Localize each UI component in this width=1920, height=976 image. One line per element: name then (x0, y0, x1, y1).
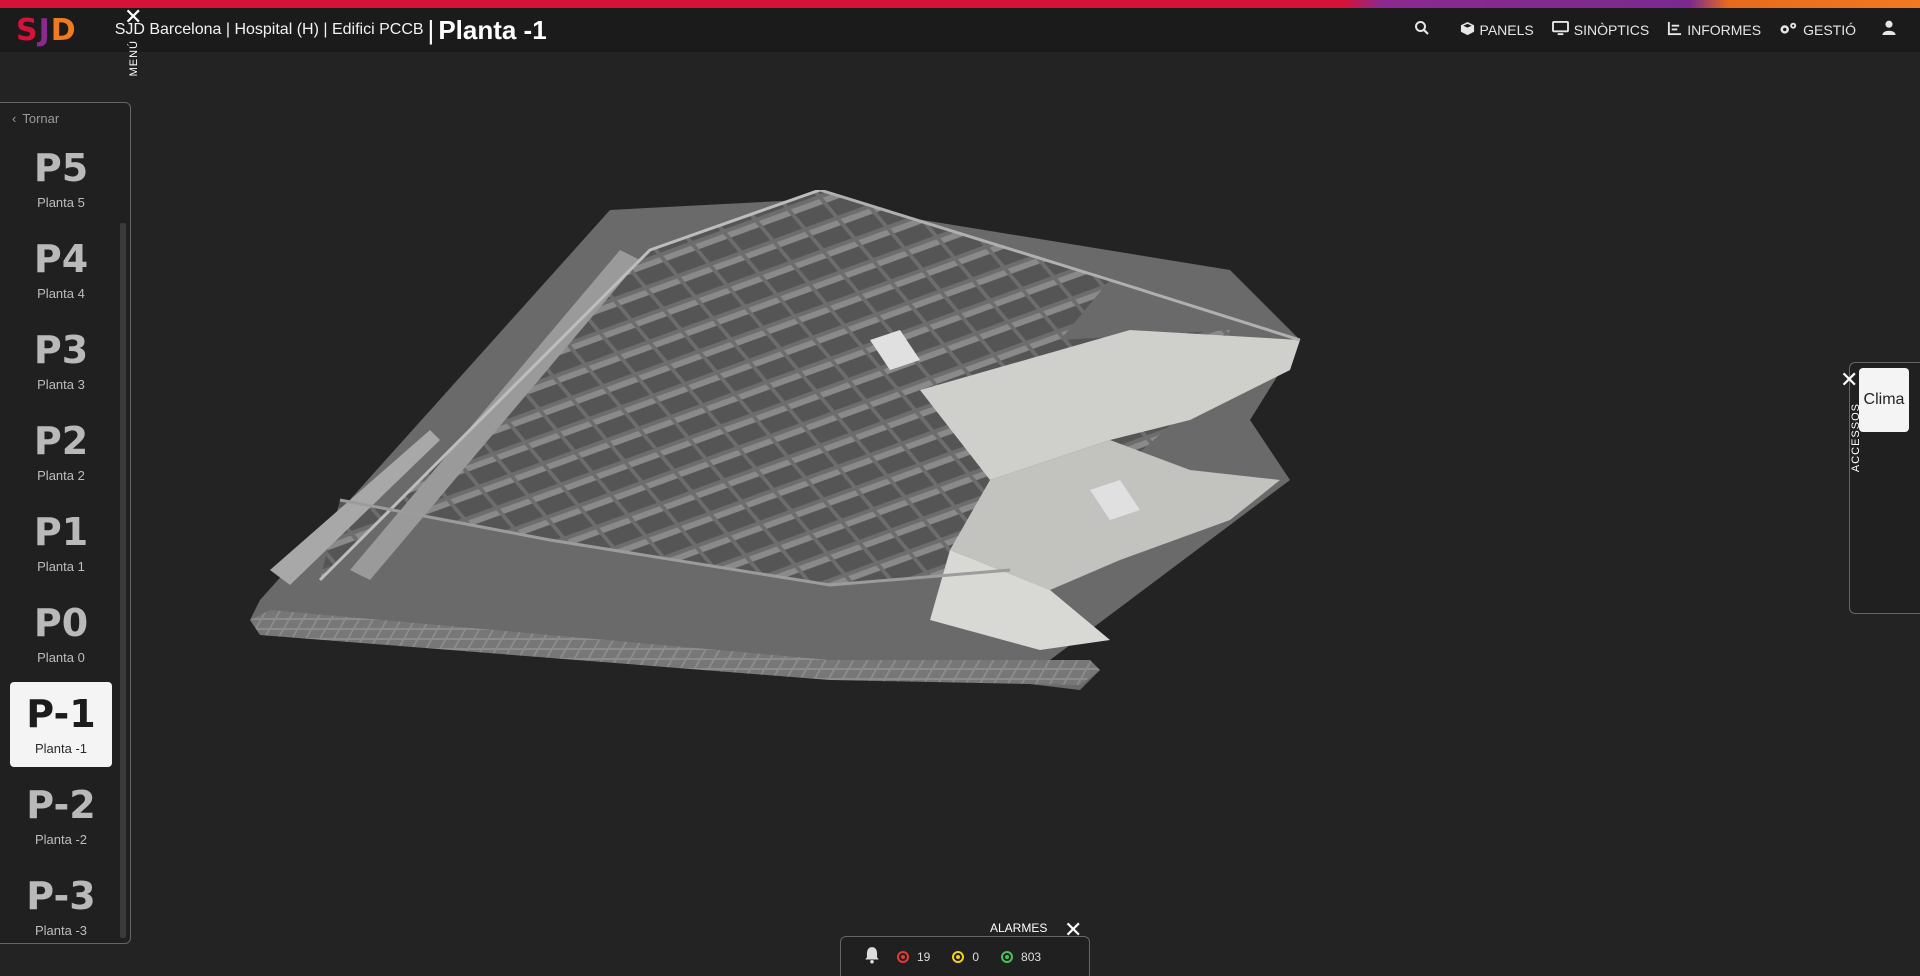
nav-gestio-label: GESTIÓ (1803, 22, 1856, 38)
floor-item-p1[interactable]: P1 Planta 1 (10, 500, 112, 585)
floor-code: P0 (33, 601, 89, 645)
breadcrumb[interactable]: SJD Barcelona | Hospital (H) | Edifici P… (115, 21, 424, 39)
alarm-green-icon[interactable] (1001, 950, 1014, 963)
floor-name: Planta 3 (37, 377, 85, 392)
floor-list: P5 Planta 5 P4 Planta 4 P3 Planta 3 P2 Plant… (10, 136, 112, 955)
menu-label[interactable]: MENÚ (128, 40, 140, 76)
floor-item-p-2[interactable]: P-2 Planta -2 (10, 773, 112, 858)
page-title: Planta -1 (438, 14, 547, 45)
floor-code: P2 (33, 419, 89, 463)
floor-name: Planta -3 (34, 923, 88, 938)
floor-item-p-3[interactable]: P-3 Planta -3 (10, 864, 112, 949)
brand-stripe (0, 0, 1920, 8)
floor-code: P-1 (26, 692, 96, 736)
back-link[interactable]: ‹ Tornar (12, 111, 59, 126)
alarm-red-count: 19 (917, 949, 931, 964)
nav-sinoptics-label: SINÒPTICS (1573, 22, 1650, 38)
floor-menu-panel: ‹ Tornar P5 Planta 5 P4 Planta 4 P3 Planta … (0, 102, 131, 944)
floor-name: Planta 0 (37, 650, 85, 665)
top-header: SJD SJD Barcelona | Hospital (H) | Edifi… (0, 8, 1920, 52)
floor-name: Planta -2 (34, 832, 88, 847)
floor-item-p5[interactable]: P5 Planta 5 (10, 136, 112, 221)
floor-name: Planta -1 (34, 741, 88, 756)
floor-name: Planta 4 (37, 286, 85, 301)
cube-icon (1460, 21, 1475, 39)
nav-informes-label: INFORMES (1687, 22, 1762, 38)
floor-code: P4 (33, 237, 89, 281)
floor-item-p2[interactable]: P2 Planta 2 (10, 409, 112, 494)
back-label: Tornar (22, 111, 60, 126)
gears-icon (1779, 21, 1798, 39)
alarm-red-icon[interactable] (897, 950, 909, 963)
chevron-left-icon: ‹ (12, 111, 17, 126)
alarms-title[interactable]: ALARMES (990, 921, 1047, 935)
monitor-icon (1551, 21, 1569, 39)
main-nav: PANELS SINÒPTICS INFORMES GESTIÓ (1414, 8, 1920, 52)
alarm-green-count: 803 (1021, 949, 1042, 964)
sjd-logo[interactable]: SJD (16, 13, 77, 48)
nav-panels-label: PANELS (1479, 22, 1534, 38)
nav-informes[interactable]: INFORMES (1667, 21, 1761, 39)
floor-menu-scrollbar[interactable] (120, 223, 126, 938)
floor-name: Planta 1 (37, 559, 85, 574)
access-collapse-icon[interactable]: ✕ (1840, 367, 1858, 393)
user-icon[interactable] (1882, 20, 1896, 40)
nav-gestio[interactable]: GESTIÓ (1779, 21, 1856, 39)
nav-sinoptics[interactable]: SINÒPTICS (1551, 21, 1650, 39)
floor-item-p0[interactable]: P0 Planta 0 (10, 591, 112, 676)
floor-code: P3 (33, 328, 89, 372)
search-icon[interactable] (1414, 20, 1430, 41)
nav-panels[interactable]: PANELS (1460, 21, 1534, 39)
floor-code: P1 (33, 510, 89, 554)
floor-name: Planta 5 (37, 195, 85, 210)
floor-code: P5 (33, 146, 89, 190)
floor-name: Planta 2 (37, 468, 85, 483)
report-icon (1667, 21, 1682, 39)
floor-code: P-3 (26, 874, 96, 918)
floor-item-p-1[interactable]: P-1 Planta -1 (10, 682, 112, 767)
floor-code: P-2 (26, 783, 96, 827)
bell-icon[interactable] (863, 946, 881, 967)
building-3d-view[interactable] (230, 190, 1630, 850)
floor-item-p3[interactable]: P3 Planta 3 (10, 318, 112, 403)
alarms-bar[interactable]: 19 0 803 (840, 936, 1090, 976)
clima-button[interactable]: Clima (1859, 368, 1909, 432)
alarm-yellow-count: 0 (972, 949, 980, 964)
floor-item-p4[interactable]: P4 Planta 4 (10, 227, 112, 312)
access-panel: ✕ ACCESSOS Clima (1840, 362, 1920, 614)
menu-collapse-icon[interactable]: ✕ (124, 6, 144, 28)
breadcrumb-separator: | (427, 14, 435, 45)
alarm-yellow-icon[interactable] (952, 950, 965, 963)
